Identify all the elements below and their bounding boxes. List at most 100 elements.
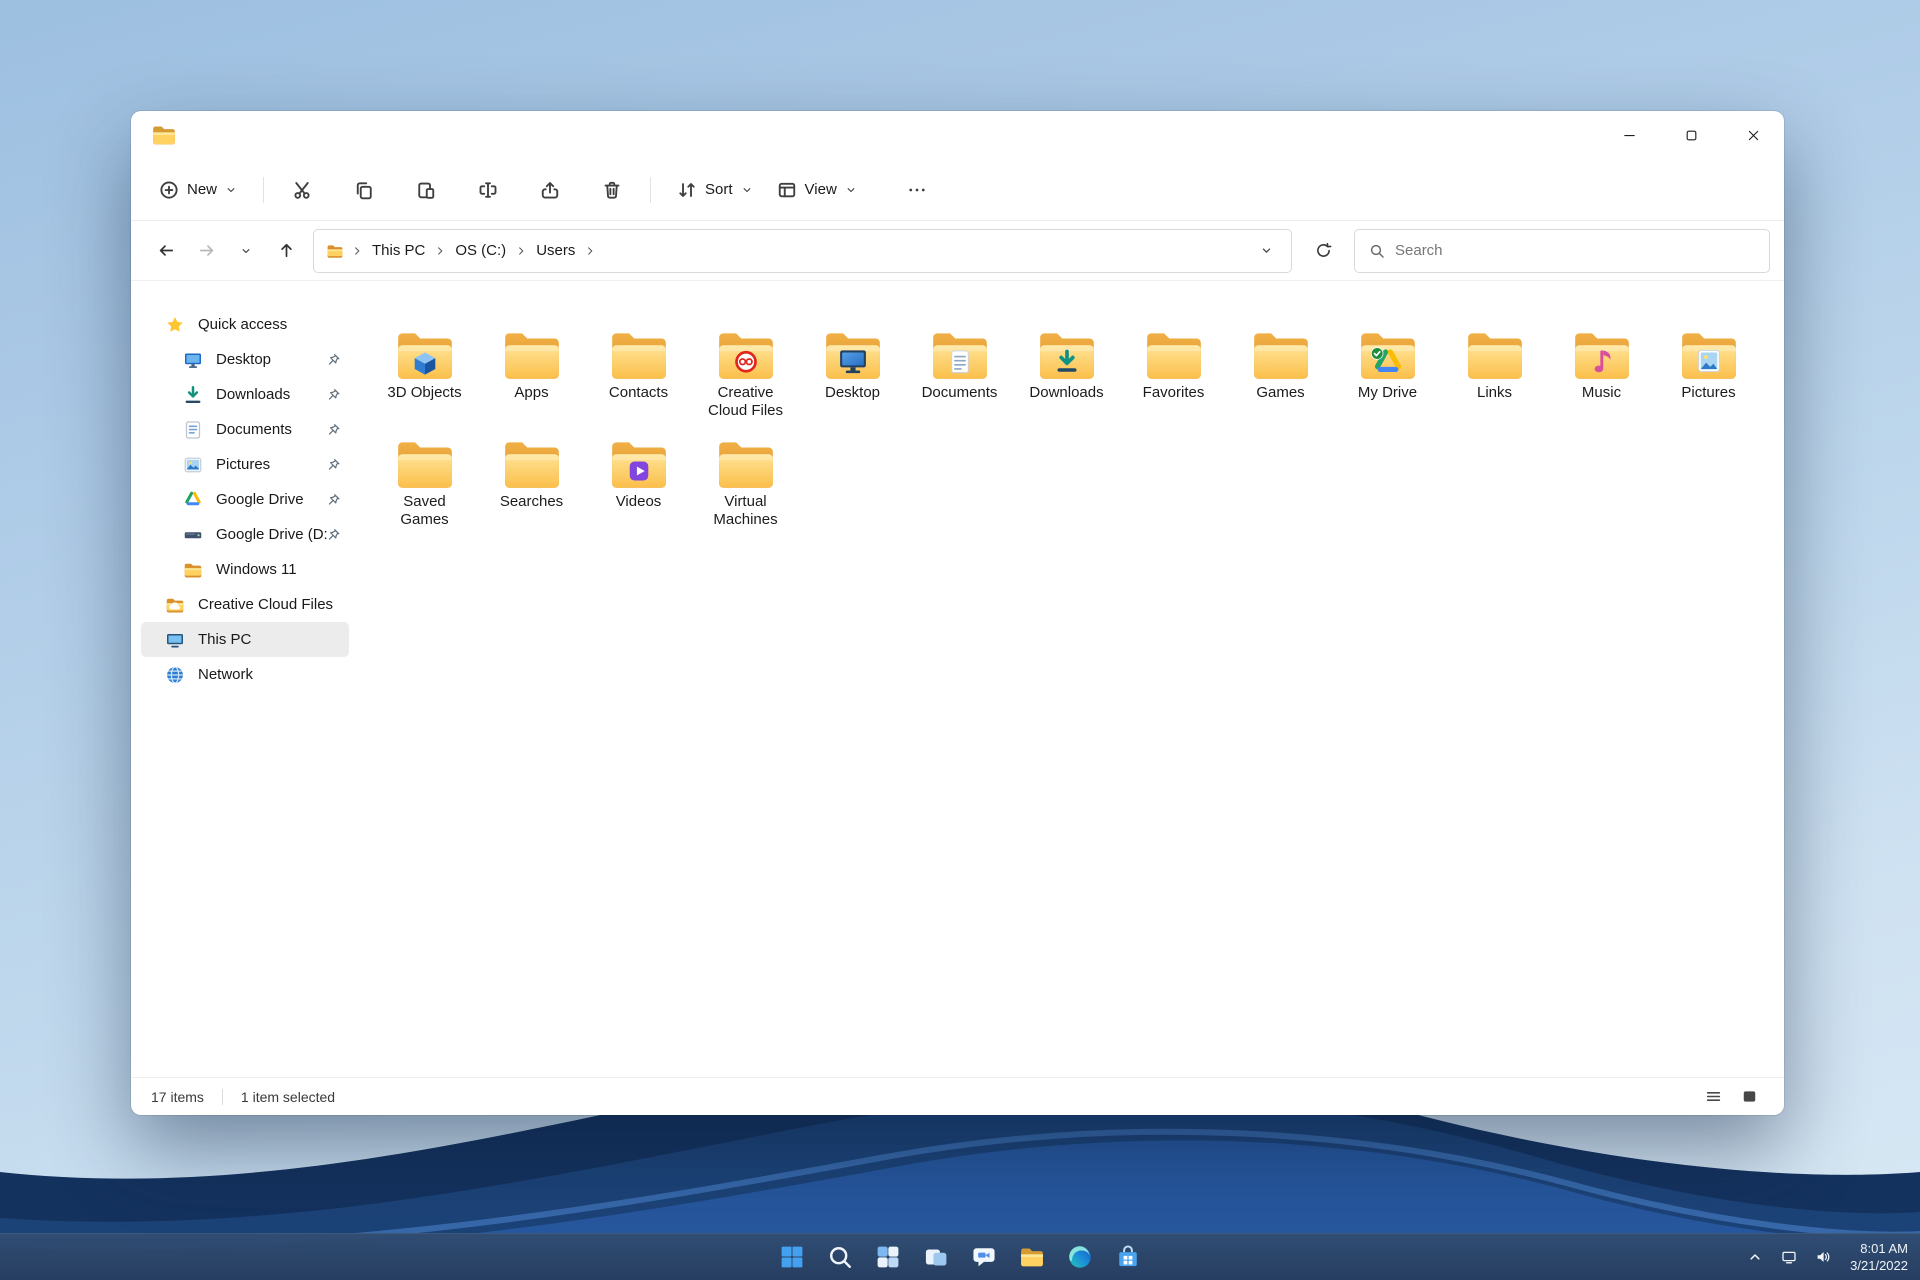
pin-icon [326, 422, 341, 437]
clock[interactable]: 8:01 AM 3/21/2022 [1844, 1240, 1908, 1274]
view-button[interactable]: View [767, 170, 867, 210]
folder-label: Downloads [1029, 384, 1104, 401]
folder-favorites[interactable]: Favorites [1120, 321, 1227, 430]
sidebar-item-network[interactable]: Network [141, 657, 349, 692]
folder-saved-games[interactable]: Saved Games [371, 430, 478, 539]
folder-apps[interactable]: Apps [478, 321, 585, 430]
pin-icon [326, 527, 341, 542]
maximize-button[interactable] [1660, 111, 1722, 159]
folder-pictures[interactable]: Pictures [1655, 321, 1762, 430]
list-view-button[interactable] [1698, 1083, 1728, 1111]
chat-button[interactable] [964, 1237, 1004, 1277]
more-options-button[interactable] [897, 170, 937, 210]
sidebar-item-desktop[interactable]: Desktop [141, 342, 349, 377]
minimize-button[interactable] [1598, 111, 1660, 159]
folder-3d-objects[interactable]: 3D Objects [371, 321, 478, 430]
drive-icon [183, 525, 203, 545]
delete-button[interactable] [594, 170, 630, 210]
folder-icon [1248, 325, 1314, 383]
folder-music[interactable]: Music [1548, 321, 1655, 430]
sidebar-item-documents[interactable]: Documents [141, 412, 349, 447]
search-input[interactable] [1395, 242, 1755, 259]
sidebar-item-google-drive[interactable]: Google Drive [141, 482, 349, 517]
sort-button[interactable]: Sort [667, 170, 763, 210]
volume-icon [1815, 1249, 1831, 1265]
chevron-up-button[interactable] [1742, 1237, 1768, 1277]
widgets-button[interactable] [868, 1237, 908, 1277]
back-button[interactable] [147, 232, 185, 270]
list-view-icon [1705, 1088, 1722, 1105]
breadcrumb-item-this-pc[interactable]: This PC [364, 237, 433, 264]
close-button[interactable] [1722, 111, 1784, 159]
sidebar-item-quick-access[interactable]: Quick access [141, 307, 349, 342]
folder-games[interactable]: Games [1227, 321, 1334, 430]
folder-my-drive[interactable]: My Drive [1334, 321, 1441, 430]
copy-button[interactable] [346, 170, 382, 210]
file-explorer-button[interactable] [1012, 1237, 1052, 1277]
ellipsis-icon [907, 180, 927, 200]
refresh-button[interactable] [1304, 232, 1342, 270]
selection-count: 1 item selected [240, 1088, 336, 1105]
address-dropdown-button[interactable] [1249, 234, 1283, 268]
folder-contacts[interactable]: Contacts [585, 321, 692, 430]
start-button[interactable] [772, 1237, 812, 1277]
sidebar-item-creative-cloud-files[interactable]: Creative Cloud Files [141, 587, 349, 622]
taskbar-search-button[interactable] [820, 1237, 860, 1277]
folder-desktop[interactable]: Desktop [799, 321, 906, 430]
cut-button[interactable] [284, 170, 320, 210]
maximize-icon [1684, 128, 1699, 143]
folder-creative-cloud-files[interactable]: Creative Cloud Files [692, 321, 799, 430]
folder-searches[interactable]: Searches [478, 430, 585, 539]
task-view-button[interactable] [916, 1237, 956, 1277]
start-icon [779, 1244, 805, 1270]
network-tray-button[interactable] [1776, 1237, 1802, 1277]
forward-button[interactable] [187, 232, 225, 270]
sidebar-item-google-drive-d[interactable]: Google Drive (D: [141, 517, 349, 552]
status-bar: 17 items 1 item selected [131, 1077, 1784, 1115]
folder-downloads[interactable]: Downloads [1013, 321, 1120, 430]
widgets-icon [875, 1244, 901, 1270]
sidebar-item-downloads[interactable]: Downloads [141, 377, 349, 412]
search-icon [1369, 243, 1385, 259]
folder-links[interactable]: Links [1441, 321, 1548, 430]
rename-button[interactable] [470, 170, 506, 210]
folder-label: Links [1476, 384, 1513, 401]
folder-virtual-machines[interactable]: Virtual Machines [692, 430, 799, 539]
toolbar-separator [263, 176, 265, 203]
sidebar-item-label: Windows 11 [216, 561, 297, 578]
volume-button[interactable] [1810, 1237, 1836, 1277]
sidebar-item-label: Network [198, 666, 254, 683]
paste-button[interactable] [408, 170, 444, 210]
history-chevron-button[interactable] [227, 232, 265, 270]
toolbar-separator [650, 176, 652, 203]
paste-icon [416, 180, 436, 200]
folder-documents[interactable]: Documents [906, 321, 1013, 430]
sidebar-item-label: Documents [216, 421, 292, 438]
thumb-view-button[interactable] [1734, 1083, 1764, 1111]
chat-icon [971, 1244, 997, 1270]
up-button[interactable] [267, 232, 305, 270]
chevron-right-icon [514, 245, 528, 257]
cc-folder-icon [165, 595, 185, 615]
titlebar[interactable] [131, 111, 1784, 159]
new-button[interactable]: New [149, 170, 247, 210]
folder-label: Games [1256, 384, 1305, 401]
folder-icon [1034, 325, 1100, 383]
sidebar-item-pictures[interactable]: Pictures [141, 447, 349, 482]
folder-icon [1676, 325, 1742, 383]
sidebar-item-label: Downloads [216, 386, 291, 403]
sidebar-item-label: This PC [198, 631, 252, 648]
share-button[interactable] [532, 170, 568, 210]
edge-button[interactable] [1060, 1237, 1100, 1277]
breadcrumb-item-os-c[interactable]: OS (C:) [447, 237, 514, 264]
store-button[interactable] [1108, 1237, 1148, 1277]
new-plus-icon [159, 180, 179, 200]
breadcrumb-item-users[interactable]: Users [528, 237, 583, 264]
sidebar-item-this-pc[interactable]: This PC [141, 622, 349, 657]
thumb-view-icon [1741, 1088, 1758, 1105]
edge-icon [1067, 1244, 1093, 1270]
breadcrumb[interactable]: This PC OS (C:) Users [313, 228, 1292, 273]
sidebar-item-windows-11[interactable]: Windows 11 [141, 552, 349, 587]
folder-label: Desktop [824, 384, 881, 401]
folder-videos[interactable]: Videos [585, 430, 692, 539]
